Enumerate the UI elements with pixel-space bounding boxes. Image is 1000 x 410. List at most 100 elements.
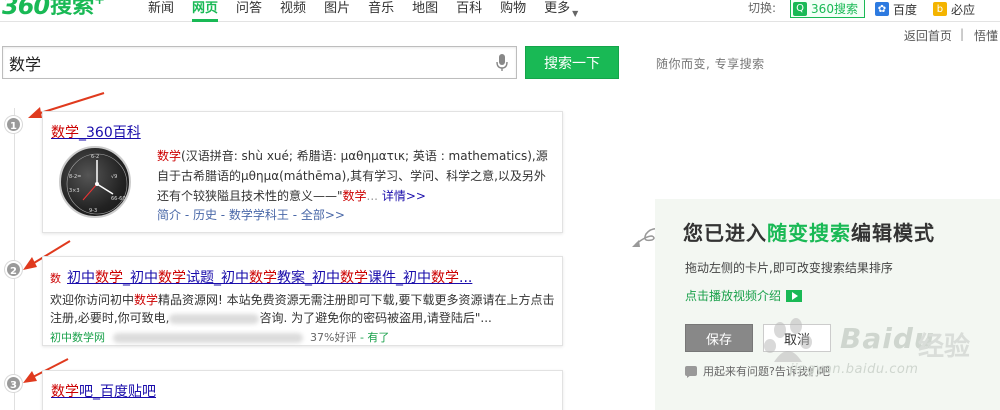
title-part: _初中 bbox=[123, 270, 158, 286]
nav-shopping[interactable]: 购物 bbox=[500, 0, 526, 22]
title-highlight: 数学 bbox=[158, 270, 186, 286]
nav-images[interactable]: 图片 bbox=[324, 0, 350, 22]
edit-title-part: 编辑模式 bbox=[851, 221, 935, 245]
snippet-highlight-2: 数学 bbox=[342, 189, 367, 203]
edit-panel-description: 拖动左侧的卡片,即可改变搜索结果排序 bbox=[685, 261, 893, 275]
result-card-3[interactable]: 数学吧_百度贴吧 bbox=[42, 370, 563, 410]
snippet-body: 咨询. 为了避免你的密码被盗用,请登陆后"... bbox=[259, 311, 492, 325]
math-chalkboard-clock-image[interactable]: 6-2 8-2= √9 3×3 66-60 9-3 bbox=[59, 146, 131, 218]
result-snippet: 数学(汉语拼音: shù xué; 希腊语: μαθηματικ; 英语 : m… bbox=[157, 146, 549, 206]
logo-plus: + bbox=[94, 0, 106, 8]
engine-360[interactable]: Q 360搜索 bbox=[790, 0, 865, 18]
logo-text: 搜索 bbox=[50, 0, 95, 19]
site-favicon: 数 bbox=[50, 272, 61, 285]
save-button[interactable]: 保存 bbox=[685, 324, 753, 352]
title-highlight: 数学 bbox=[51, 125, 79, 141]
search-box bbox=[2, 46, 517, 79]
chevron-down-icon: ▼ bbox=[572, 9, 579, 18]
baike-section-links[interactable]: 简介 - 历史 - 数学学科王 - 全部>> bbox=[157, 206, 345, 223]
clock-icon: 6-2 8-2= √9 3×3 66-60 9-3 bbox=[66, 153, 128, 215]
engine-switcher: 切换: Q 360搜索 ✿ 百度 b 必应 bbox=[748, 0, 989, 22]
result-timeline bbox=[14, 108, 15, 410]
result-title-link[interactable]: 初中数学_初中数学试题_初中数学教案_初中数学课件_初中数学... bbox=[67, 270, 472, 286]
search-button[interactable]: 搜索一下 bbox=[525, 46, 619, 79]
result-extra: - 有了 bbox=[359, 331, 390, 344]
search-slogan: 随你而变, 专享搜索 bbox=[656, 57, 765, 71]
edit-title-part: 您已进入 bbox=[683, 221, 767, 245]
engine-bing-label: 必应 bbox=[950, 2, 975, 17]
engine-baidu-label: 百度 bbox=[892, 2, 917, 17]
logo-number: 360 bbox=[2, 0, 50, 20]
nav-video[interactable]: 视频 bbox=[280, 0, 306, 22]
nav-map[interactable]: 地图 bbox=[412, 0, 438, 22]
nav-qa[interactable]: 问答 bbox=[236, 0, 262, 22]
logo-360-search[interactable]: 360 搜索 + bbox=[2, 0, 105, 20]
edit-title-highlight: 随变搜索 bbox=[767, 221, 851, 245]
search-input[interactable] bbox=[3, 47, 483, 78]
switcher-label: 切换: bbox=[748, 1, 777, 15]
360-search-icon: Q bbox=[793, 1, 808, 16]
sublinks: 返回首页 | 悟懂 bbox=[894, 27, 998, 44]
title-part: ... bbox=[459, 270, 473, 286]
svg-text:9-3: 9-3 bbox=[89, 208, 97, 214]
chat-bubble-icon bbox=[685, 366, 697, 378]
result-url-text: 初中数学网 bbox=[50, 331, 105, 344]
edit-panel-title: 您已进入随变搜索编辑模式 bbox=[683, 217, 935, 246]
nav-baike[interactable]: 百科 bbox=[456, 0, 482, 22]
redacted-blur bbox=[169, 313, 260, 324]
title-part: 初中 bbox=[67, 270, 95, 286]
title-highlight: 数学 bbox=[249, 270, 277, 286]
nav-web[interactable]: 网页 bbox=[192, 0, 219, 22]
details-link[interactable]: 详情>> bbox=[382, 189, 426, 203]
watermark-cn: 经验 bbox=[918, 332, 971, 362]
top-bar: 360 搜索 + 新闻 网页 问答 视频 图片 音乐 地图 百科 购物 更多 ▼… bbox=[0, 0, 1000, 22]
edit-mode-panel: 您已进入随变搜索编辑模式 拖动左侧的卡片,即可改变搜索结果排序 点击播放视频介绍… bbox=[655, 199, 1000, 410]
cancel-button[interactable]: 取消 bbox=[763, 324, 831, 352]
play-video-link[interactable]: 点击播放视频介绍 bbox=[685, 287, 803, 304]
baike-links-text[interactable]: 简介 - 历史 - 数学学科王 - 全部>> bbox=[157, 208, 345, 222]
title-rest: 吧_百度贴吧 bbox=[79, 384, 156, 400]
svg-text:66-60: 66-60 bbox=[111, 196, 126, 202]
result-title-row: 数初中数学_初中数学试题_初中数学教案_初中数学课件_初中数学... bbox=[50, 267, 472, 287]
sublinks-divider: | bbox=[959, 27, 964, 41]
snippet-highlight: 数学 bbox=[134, 293, 159, 307]
result-url[interactable]: 初中数学网 37%好评 - 有了 bbox=[50, 329, 389, 345]
back-home-link[interactable]: 返回首页 bbox=[904, 27, 952, 44]
engine-bing[interactable]: b 必应 bbox=[931, 0, 981, 18]
title-part: 教案_初中 bbox=[277, 270, 340, 286]
result-rating: 37%好评 bbox=[310, 331, 357, 344]
nav-bar: 新闻 网页 问答 视频 图片 音乐 地图 百科 购物 更多 ▼ bbox=[148, 0, 596, 22]
play-icon bbox=[786, 289, 803, 302]
svg-text:8-2=: 8-2= bbox=[69, 174, 81, 180]
result-card-2[interactable]: 数初中数学_初中数学试题_初中数学教案_初中数学课件_初中数学... 欢迎你访问… bbox=[42, 256, 563, 346]
result-title-link[interactable]: 数学_360百科 bbox=[51, 122, 141, 142]
play-video-label: 点击播放视频介绍 bbox=[685, 289, 782, 303]
result-snippet: 欢迎你访问初中数学精品资源网! 本站免费资源无需注册即可下载,要下载更多资源请在… bbox=[50, 291, 556, 327]
snippet-body: 欢迎你访问初中 bbox=[50, 293, 135, 307]
watermark-url: jingyan.baidu.com bbox=[790, 362, 919, 377]
title-highlight: 数学 bbox=[95, 270, 123, 286]
svg-text:3×3: 3×3 bbox=[69, 188, 80, 194]
title-part: 课件_初中 bbox=[368, 270, 431, 286]
snippet-highlight: 数学 bbox=[157, 149, 182, 163]
nav-news[interactable]: 新闻 bbox=[148, 0, 174, 22]
microphone-icon[interactable] bbox=[496, 54, 508, 72]
title-highlight: 数学 bbox=[51, 384, 79, 400]
nav-more-label: 更多 bbox=[544, 1, 571, 16]
title-highlight: 数学 bbox=[340, 270, 368, 286]
nav-more[interactable]: 更多 ▼ bbox=[544, 0, 578, 22]
redacted-blur bbox=[112, 333, 303, 343]
engine-baidu[interactable]: ✿ 百度 bbox=[873, 0, 923, 18]
result-index-1: 1 bbox=[5, 116, 22, 133]
baidu-paw-icon: ✿ bbox=[874, 2, 889, 16]
title-highlight: 数学 bbox=[431, 270, 459, 286]
title-rest: _360百科 bbox=[79, 125, 141, 141]
bing-icon: b bbox=[932, 2, 947, 16]
other-link[interactable]: 悟懂 bbox=[974, 27, 998, 44]
title-part: 试题_初中 bbox=[186, 270, 249, 286]
svg-text:√9: √9 bbox=[111, 174, 117, 180]
result-card-baike[interactable]: 数学_360百科 6-2 8-2= √9 3×3 66-60 9-3 数学(汉语… bbox=[42, 111, 563, 233]
engine-360-label: 360搜索 bbox=[811, 2, 858, 16]
result-title-link[interactable]: 数学吧_百度贴吧 bbox=[51, 381, 156, 401]
nav-music[interactable]: 音乐 bbox=[368, 0, 394, 22]
